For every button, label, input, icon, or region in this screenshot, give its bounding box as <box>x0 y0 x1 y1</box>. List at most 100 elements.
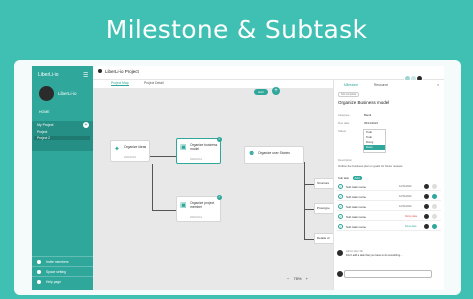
sidebar-item-project[interactable]: Project <box>37 130 47 134</box>
subtask-status: Done date <box>405 225 417 228</box>
node-date: 2022/12/12 <box>190 216 202 219</box>
sidebar: LiberLi-io ☰ LiberLi-io HOME My Project … <box>32 66 93 290</box>
assignee-label: Assignee <box>338 113 350 117</box>
section-title: My Project <box>37 123 54 127</box>
banner-title: Milestone & Subtask <box>105 15 368 44</box>
assignee-value[interactable]: Bandi <box>364 113 371 117</box>
app-window: LiberLi-io ☰ LiberLi-io HOME My Project … <box>32 66 444 290</box>
avatar <box>337 271 343 277</box>
due-date-value[interactable]: 09/12/2022 <box>364 121 378 125</box>
sidebar-item-invite[interactable]: Invite members <box>32 256 93 266</box>
milestone-node[interactable]: ☻ Organize user Stories <box>244 146 304 164</box>
check-icon: ✓ <box>217 137 222 142</box>
zoom-controls: − 75% + <box>287 276 308 281</box>
sidebar-item-space-setting[interactable]: Space setting <box>32 266 93 276</box>
node-label: Organize project member <box>190 201 215 209</box>
space-setting-label: Space setting <box>46 270 66 274</box>
gear-icon <box>37 270 41 274</box>
connector <box>152 210 176 211</box>
project-map-canvas[interactable] <box>93 88 333 290</box>
status-option[interactable]: Done <box>364 145 385 150</box>
help-label: Help page <box>46 280 62 284</box>
add-subtask-button[interactable]: Add <box>352 176 362 180</box>
subtask-row[interactable]: ✓ Sub task name 12/31/2022 <box>337 193 441 201</box>
tab-milestone[interactable]: Milestone <box>344 83 358 87</box>
subtask-name: Sub task name <box>346 195 367 199</box>
zoom-out-button[interactable]: − <box>287 276 289 281</box>
node-label: Organize user Stories <box>258 151 290 155</box>
description-label: Description <box>338 158 352 162</box>
close-icon[interactable]: × <box>437 82 439 87</box>
subtask-label: Sub task <box>338 176 349 180</box>
avatar[interactable] <box>39 86 54 101</box>
milestone-detail-panel: Milestone Resource × Not complete Organi… <box>333 80 444 290</box>
zoom-level: 75% <box>293 276 302 281</box>
due-date-label: Due date <box>338 121 350 125</box>
subtask-name: Sub task name <box>346 215 367 219</box>
status-badge: Not complete <box>338 92 360 97</box>
zoom-in-button[interactable]: + <box>306 276 308 281</box>
milestone-node-selected[interactable]: ✓ ▣ Organize business model 2022/12/12 <box>176 137 222 164</box>
avatar <box>424 214 429 219</box>
subtask-row[interactable]: ✓ Sub task name 12/31/2022 <box>337 183 441 191</box>
comment-text: Don't add a task that you have to do som… <box>346 254 403 257</box>
subtask-date: 12/31/2022 <box>399 205 412 208</box>
node-date: 2022/12/12 <box>190 158 202 161</box>
subtask-row[interactable]: ✓ Sub task name Done date <box>337 223 441 231</box>
subtask-date: 12/31/2022 <box>399 185 412 188</box>
connector <box>146 156 176 157</box>
more-icon[interactable] <box>432 214 437 219</box>
status-label: Status <box>338 129 346 133</box>
group-icon: ▣ <box>180 202 187 209</box>
sidebar-item-home[interactable]: HOME <box>39 110 50 114</box>
tab-resource[interactable]: Resource <box>374 83 388 87</box>
node-date: 2022/12/12 <box>124 156 136 159</box>
more-icon[interactable] <box>432 184 437 189</box>
avatar <box>424 184 429 189</box>
check-icon[interactable]: ✓ <box>338 224 343 229</box>
subtask-row[interactable]: ✓ Sub task name 12/31/2022 <box>337 203 441 211</box>
node-label: Organize business model <box>190 143 218 151</box>
check-icon[interactable]: ✓ <box>338 204 343 209</box>
subtask-header: Sub task Add <box>338 176 362 180</box>
add-node-button[interactable]: + <box>272 87 280 95</box>
project-icon <box>98 69 102 73</box>
logo: LiberLi-io <box>38 72 59 78</box>
users-icon: ☻ <box>248 150 256 157</box>
milestone-node[interactable]: ✦ Organize ideas 2022/12/12 <box>110 140 150 162</box>
connector <box>304 162 305 240</box>
more-icon[interactable] <box>432 224 437 229</box>
add-project-button[interactable]: + <box>83 122 89 128</box>
user-name: LiberLi-io <box>58 91 77 96</box>
edit-button[interactable]: Edit <box>254 89 268 95</box>
subtask-status: Doing date <box>405 215 418 218</box>
invite-icon <box>37 260 41 264</box>
sidebar-item-project-2[interactable]: Project 2 <box>34 136 90 140</box>
tab-project-map[interactable]: Project Map <box>111 81 129 86</box>
check-icon: ✓ <box>217 195 222 200</box>
check-icon[interactable]: ✓ <box>338 214 343 219</box>
subtask-row[interactable]: ✓ Sub task name Doing date <box>337 213 441 221</box>
sidebar-item-help[interactable]: Help page <box>32 276 93 286</box>
subtask-name: Sub task name <box>346 205 367 209</box>
tab-project-detail[interactable]: Project Detail <box>144 81 164 85</box>
milestone-node[interactable]: ✓ ▣ Organize project member 2022/12/12 <box>176 195 222 222</box>
milestone-node[interactable]: Structure <box>314 178 334 189</box>
more-icon[interactable] <box>432 194 437 199</box>
milestone-node[interactable]: Details of <box>314 233 334 244</box>
avatar <box>337 250 343 256</box>
comment-input[interactable] <box>344 270 432 278</box>
description-text[interactable]: Outline the business plan or goals for f… <box>338 164 402 168</box>
milestone-node[interactable]: Prototype <box>314 203 334 214</box>
page-title: LiberLi-io Project <box>105 69 139 74</box>
invite-label: Invite members <box>46 260 69 264</box>
menu-icon[interactable]: ☰ <box>83 72 88 79</box>
comment-author: Admin Dec 3th <box>346 250 364 253</box>
avatar <box>424 204 429 209</box>
view-tabs: Project Map Project Detail <box>93 80 333 88</box>
check-icon[interactable]: ✓ <box>338 194 343 199</box>
more-icon[interactable] <box>432 204 437 209</box>
check-icon[interactable]: ✓ <box>338 184 343 189</box>
status-dropdown[interactable]: Todo Todo Doing Done <box>363 129 386 153</box>
subtask-name: Sub task name <box>346 185 367 189</box>
